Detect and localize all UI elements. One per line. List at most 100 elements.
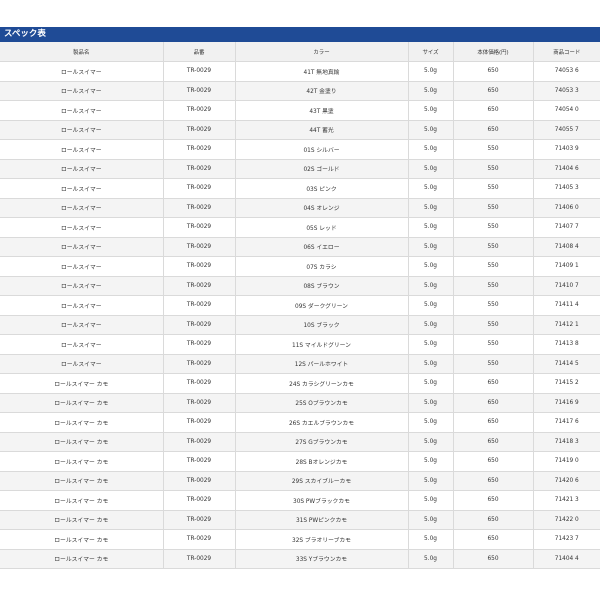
cell-size: 5.0g <box>408 510 454 530</box>
table-row: ロールスイマー TR-0029 05S レッド 5.0g 550 71407 7 <box>0 217 600 238</box>
table-row: ロールスイマー TR-0029 03S ピンク 5.0g 550 71405 3 <box>0 178 600 199</box>
cell-product-code: 71407 7 <box>533 217 600 238</box>
cell-product-code: 74053 3 <box>533 81 600 101</box>
cell-part-number: TR-0029 <box>163 549 236 569</box>
cell-size: 5.0g <box>408 61 454 82</box>
column-header-size: サイズ <box>408 42 454 62</box>
table-row: ロールスイマー TR-0029 41T 無地真鍮 5.0g 650 74053 6 <box>0 61 600 82</box>
cell-size: 5.0g <box>408 81 454 101</box>
cell-part-number: TR-0029 <box>163 295 236 316</box>
cell-size: 5.0g <box>408 159 454 179</box>
table-row: ロールスイマー TR-0029 12S パールホワイト 5.0g 550 71414 5 <box>0 354 600 374</box>
cell-size: 5.0g <box>408 373 454 394</box>
cell-size: 5.0g <box>408 178 454 199</box>
cell-product-name: ロールスイマー <box>0 315 164 335</box>
cell-product-code: 74055 7 <box>533 120 600 140</box>
cell-color: 11S マイルドグリーン <box>235 334 409 355</box>
cell-product-name: ロールスイマー <box>0 354 164 374</box>
column-header-product-name: 製品名 <box>0 42 164 62</box>
cell-product-code: 71406 0 <box>533 198 600 218</box>
cell-color: 10S ブラック <box>235 315 409 335</box>
cell-size: 5.0g <box>408 334 454 355</box>
cell-price: 650 <box>453 432 534 452</box>
table-row: ロールスイマー カモ TR-0029 29S スカイブルーカモ 5.0g 650 7142… <box>0 471 600 491</box>
cell-price: 550 <box>453 315 534 335</box>
cell-part-number: TR-0029 <box>163 256 236 277</box>
table-row: ロールスイマー カモ TR-0029 28S Bオレンジカモ 5.0g 650 71419… <box>0 451 600 472</box>
cell-price: 650 <box>453 529 534 550</box>
cell-part-number: TR-0029 <box>163 510 236 530</box>
table-row: ロールスイマー カモ TR-0029 31S PWピンクカモ 5.0g 650 71422… <box>0 510 600 530</box>
cell-size: 5.0g <box>408 120 454 140</box>
cell-size: 5.0g <box>408 276 454 296</box>
cell-product-name: ロールスイマー カモ <box>0 471 164 491</box>
cell-color: 29S スカイブルーカモ <box>235 471 409 491</box>
cell-part-number: TR-0029 <box>163 120 236 140</box>
table-row: ロールスイマー カモ TR-0029 26S カエルブラウンカモ 5.0g 650 714… <box>0 412 600 433</box>
cell-price: 550 <box>453 217 534 238</box>
cell-price: 650 <box>453 61 534 82</box>
cell-product-code: 71403 9 <box>533 139 600 160</box>
cell-product-code: 71410 7 <box>533 276 600 296</box>
cell-price: 650 <box>453 373 534 394</box>
cell-product-code: 71417 6 <box>533 412 600 433</box>
cell-color: 44T 蓄光 <box>235 120 409 140</box>
cell-part-number: TR-0029 <box>163 139 236 160</box>
cell-product-name: ロールスイマー <box>0 61 164 82</box>
cell-product-name: ロールスイマー <box>0 100 164 121</box>
cell-product-name: ロールスイマー カモ <box>0 549 164 569</box>
cell-size: 5.0g <box>408 549 454 569</box>
cell-color: 41T 無地真鍮 <box>235 61 409 82</box>
cell-size: 5.0g <box>408 198 454 218</box>
cell-price: 550 <box>453 159 534 179</box>
cell-part-number: TR-0029 <box>163 471 236 491</box>
table-row: ロールスイマー TR-0029 44T 蓄光 5.0g 650 74055 7 <box>0 120 600 140</box>
cell-price: 550 <box>453 256 534 277</box>
cell-price: 650 <box>453 120 534 140</box>
cell-product-name: ロールスイマー <box>0 256 164 277</box>
cell-color: 02S ゴールド <box>235 159 409 179</box>
cell-color: 31S PWピンクカモ <box>235 510 409 530</box>
cell-color: 12S パールホワイト <box>235 354 409 374</box>
cell-price: 650 <box>453 490 534 511</box>
cell-size: 5.0g <box>408 432 454 452</box>
cell-product-name: ロールスイマー カモ <box>0 451 164 472</box>
cell-product-code: 71404 6 <box>533 159 600 179</box>
cell-color: 09S ダークグリーン <box>235 295 409 316</box>
cell-part-number: TR-0029 <box>163 373 236 394</box>
cell-product-name: ロールスイマー カモ <box>0 529 164 550</box>
cell-price: 650 <box>453 412 534 433</box>
cell-color: 43T 黒塗 <box>235 100 409 121</box>
cell-part-number: TR-0029 <box>163 393 236 413</box>
table-row: ロールスイマー TR-0029 06S イエロー 5.0g 550 71408 4 <box>0 237 600 257</box>
cell-price: 550 <box>453 139 534 160</box>
cell-color: 06S イエロー <box>235 237 409 257</box>
table-row: ロールスイマー カモ TR-0029 25S Oブラウンカモ 5.0g 650 71416… <box>0 393 600 413</box>
table-header-row: 製品名 品番 カラー サイズ 本体価格(円) 商品コード <box>0 42 600 62</box>
cell-part-number: TR-0029 <box>163 198 236 218</box>
cell-product-code: 71405 3 <box>533 178 600 199</box>
cell-color: 24S カラシグリーンカモ <box>235 373 409 394</box>
cell-part-number: TR-0029 <box>163 432 236 452</box>
table-row: ロールスイマー カモ TR-0029 27S Gブラウンカモ 5.0g 650 71418… <box>0 432 600 452</box>
cell-product-code: 71420 6 <box>533 471 600 491</box>
cell-product-name: ロールスイマー カモ <box>0 510 164 530</box>
cell-price: 550 <box>453 295 534 316</box>
column-header-part-number: 品番 <box>163 42 236 62</box>
cell-size: 5.0g <box>408 237 454 257</box>
cell-part-number: TR-0029 <box>163 178 236 199</box>
table-row: ロールスイマー TR-0029 08S ブラウン 5.0g 550 71410 7 <box>0 276 600 296</box>
cell-product-name: ロールスイマー <box>0 237 164 257</box>
cell-color: 05S レッド <box>235 217 409 238</box>
cell-product-code: 71419 0 <box>533 451 600 472</box>
table-row: ロールスイマー TR-0029 04S オレンジ 5.0g 550 71406 0 <box>0 198 600 218</box>
cell-color: 03S ピンク <box>235 178 409 199</box>
cell-product-name: ロールスイマー <box>0 295 164 316</box>
cell-price: 650 <box>453 100 534 121</box>
cell-part-number: TR-0029 <box>163 529 236 550</box>
cell-product-code: 71411 4 <box>533 295 600 316</box>
column-header-color: カラー <box>235 42 409 62</box>
table-row: ロールスイマー TR-0029 07S カラシ 5.0g 550 71409 1 <box>0 256 600 277</box>
cell-size: 5.0g <box>408 354 454 374</box>
cell-price: 550 <box>453 237 534 257</box>
